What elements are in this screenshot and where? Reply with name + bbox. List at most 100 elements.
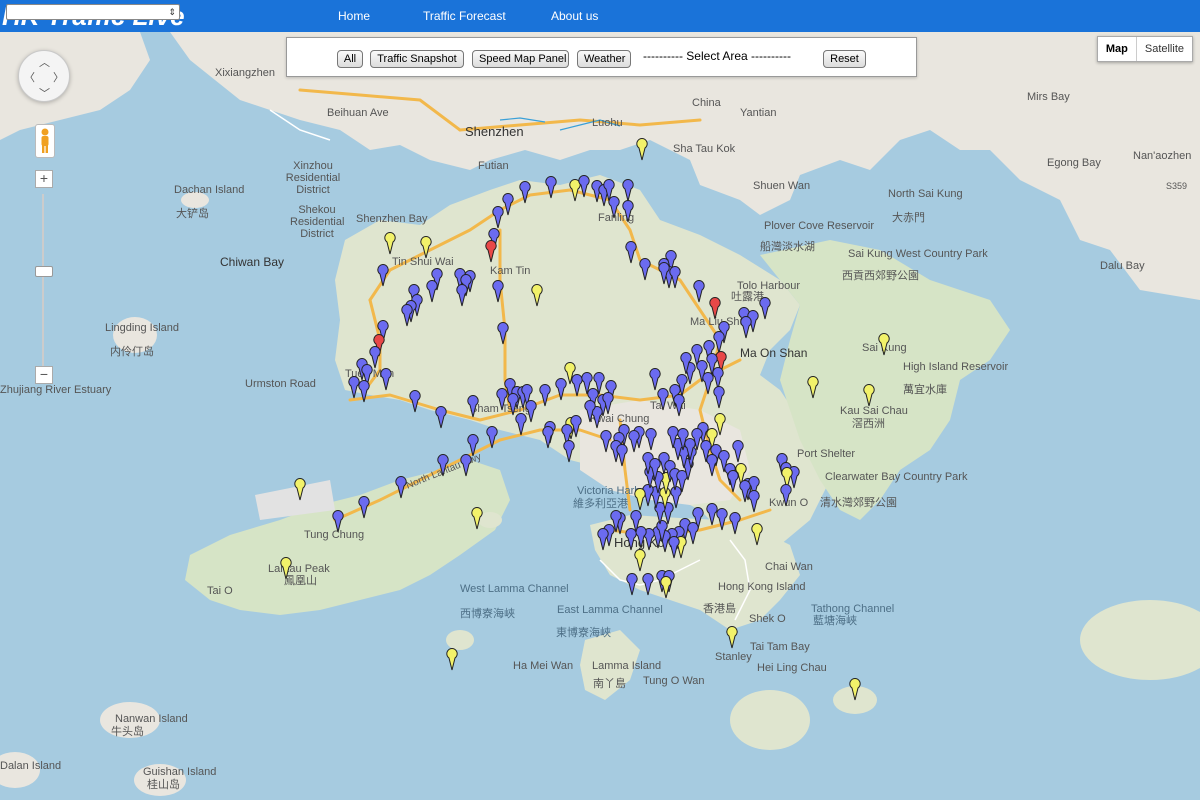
normal-traffic-marker-icon[interactable] — [409, 390, 421, 413]
normal-traffic-marker-icon[interactable] — [597, 528, 609, 551]
normal-traffic-marker-icon[interactable] — [555, 378, 567, 401]
speed-map-panel-button[interactable]: Speed Map Panel — [472, 50, 569, 68]
slow-traffic-marker-icon[interactable] — [636, 138, 648, 161]
slow-traffic-marker-icon[interactable] — [420, 236, 432, 259]
slow-traffic-marker-icon[interactable] — [878, 333, 890, 356]
normal-traffic-marker-icon[interactable] — [497, 322, 509, 345]
normal-traffic-marker-icon[interactable] — [358, 496, 370, 519]
normal-traffic-marker-icon[interactable] — [759, 297, 771, 320]
normal-traffic-marker-icon[interactable] — [395, 476, 407, 499]
normal-traffic-marker-icon[interactable] — [563, 440, 575, 463]
map-type-satellite[interactable]: Satellite — [1135, 37, 1192, 61]
select-area-dropdown[interactable]: ---------- Select Area ---------- — [643, 49, 791, 63]
normal-traffic-marker-icon[interactable] — [780, 484, 792, 507]
zoom-slider-thumb[interactable] — [35, 266, 53, 277]
normal-traffic-marker-icon[interactable] — [467, 395, 479, 418]
normal-traffic-marker-icon[interactable] — [502, 193, 514, 216]
area-dropdown[interactable]: ⇕ — [6, 4, 180, 20]
normal-traffic-marker-icon[interactable] — [486, 426, 498, 449]
normal-traffic-marker-icon[interactable] — [713, 331, 725, 354]
slow-traffic-marker-icon[interactable] — [446, 648, 458, 671]
normal-traffic-marker-icon[interactable] — [693, 280, 705, 303]
normal-traffic-marker-icon[interactable] — [625, 528, 637, 551]
normal-traffic-marker-icon[interactable] — [525, 400, 537, 423]
normal-traffic-marker-icon[interactable] — [492, 206, 504, 229]
normal-traffic-marker-icon[interactable] — [460, 454, 472, 477]
slow-traffic-marker-icon[interactable] — [384, 232, 396, 255]
slow-traffic-marker-icon[interactable] — [863, 384, 875, 407]
nav-traffic-forecast[interactable]: Traffic Forecast — [423, 0, 506, 32]
normal-traffic-marker-icon[interactable] — [519, 181, 531, 204]
street-view-pegman-icon[interactable] — [35, 124, 55, 158]
normal-traffic-marker-icon[interactable] — [706, 503, 718, 526]
normal-traffic-marker-icon[interactable] — [435, 406, 447, 429]
normal-traffic-marker-icon[interactable] — [716, 508, 728, 531]
congested-traffic-marker-icon[interactable] — [709, 297, 721, 320]
pan-right-icon[interactable]: 〉 — [53, 69, 64, 85]
normal-traffic-marker-icon[interactable] — [626, 573, 638, 596]
normal-traffic-marker-icon[interactable] — [657, 388, 669, 411]
normal-traffic-marker-icon[interactable] — [600, 430, 612, 453]
normal-traffic-marker-icon[interactable] — [539, 384, 551, 407]
congested-traffic-marker-icon[interactable] — [485, 240, 497, 263]
normal-traffic-marker-icon[interactable] — [748, 490, 760, 513]
slow-traffic-marker-icon[interactable] — [751, 523, 763, 546]
normal-traffic-marker-icon[interactable] — [467, 434, 479, 457]
pan-down-icon[interactable]: ﹀ — [39, 85, 50, 101]
pan-left-icon[interactable]: 〈 — [24, 69, 35, 85]
normal-traffic-marker-icon[interactable] — [332, 510, 344, 533]
zoom-slider-track[interactable] — [42, 194, 44, 366]
all-button[interactable]: All — [337, 50, 363, 68]
slow-traffic-marker-icon[interactable] — [634, 488, 646, 511]
normal-traffic-marker-icon[interactable] — [625, 241, 637, 264]
normal-traffic-marker-icon[interactable] — [622, 200, 634, 223]
normal-traffic-marker-icon[interactable] — [687, 522, 699, 545]
traffic-snapshot-button[interactable]: Traffic Snapshot — [370, 50, 464, 68]
normal-traffic-marker-icon[interactable] — [377, 264, 389, 287]
normal-traffic-marker-icon[interactable] — [622, 179, 634, 202]
pan-up-icon[interactable]: ︿ — [39, 54, 50, 70]
normal-traffic-marker-icon[interactable] — [492, 280, 504, 303]
normal-traffic-marker-icon[interactable] — [645, 428, 657, 451]
normal-traffic-marker-icon[interactable] — [732, 440, 744, 463]
normal-traffic-marker-icon[interactable] — [571, 374, 583, 397]
pan-control[interactable]: ︿ ﹀ 〈 〉 — [18, 50, 70, 102]
slow-traffic-marker-icon[interactable] — [634, 549, 646, 572]
normal-traffic-marker-icon[interactable] — [545, 176, 557, 199]
normal-traffic-marker-icon[interactable] — [358, 380, 370, 403]
normal-traffic-marker-icon[interactable] — [649, 368, 661, 391]
slow-traffic-marker-icon[interactable] — [531, 284, 543, 307]
nav-about-us[interactable]: About us — [551, 0, 598, 32]
weather-button[interactable]: Weather — [577, 50, 631, 68]
normal-traffic-marker-icon[interactable] — [437, 454, 449, 477]
nav-home[interactable]: Home — [338, 0, 370, 32]
reset-button[interactable]: Reset — [823, 50, 866, 68]
normal-traffic-marker-icon[interactable] — [608, 196, 620, 219]
slow-traffic-marker-icon[interactable] — [294, 478, 306, 501]
map-type-map[interactable]: Map — [1098, 37, 1136, 61]
zoom-in-button[interactable]: + — [35, 170, 53, 188]
slow-traffic-marker-icon[interactable] — [280, 557, 292, 580]
normal-traffic-marker-icon[interactable] — [616, 444, 628, 467]
normal-traffic-marker-icon[interactable] — [380, 368, 392, 391]
normal-traffic-marker-icon[interactable] — [713, 386, 725, 409]
zoom-out-button[interactable]: − — [35, 366, 53, 384]
normal-traffic-marker-icon[interactable] — [729, 512, 741, 535]
slow-traffic-marker-icon[interactable] — [807, 376, 819, 399]
normal-traffic-marker-icon[interactable] — [702, 372, 714, 395]
slow-traffic-marker-icon[interactable] — [726, 626, 738, 649]
normal-traffic-marker-icon[interactable] — [740, 316, 752, 339]
normal-traffic-marker-icon[interactable] — [712, 367, 724, 390]
normal-traffic-marker-icon[interactable] — [426, 280, 438, 303]
normal-traffic-marker-icon[interactable] — [496, 388, 508, 411]
slow-traffic-marker-icon[interactable] — [569, 179, 581, 202]
normal-traffic-marker-icon[interactable] — [642, 573, 654, 596]
normal-traffic-marker-icon[interactable] — [639, 258, 651, 281]
normal-traffic-marker-icon[interactable] — [668, 536, 680, 559]
normal-traffic-marker-icon[interactable] — [515, 413, 527, 436]
map-app: Xixiangzhen Beihuan Ave Shenzhen Futian … — [0, 0, 1200, 800]
slow-traffic-marker-icon[interactable] — [471, 507, 483, 530]
normal-traffic-marker-icon[interactable] — [348, 376, 360, 399]
slow-traffic-marker-icon[interactable] — [849, 678, 861, 701]
normal-traffic-marker-icon[interactable] — [369, 346, 381, 369]
